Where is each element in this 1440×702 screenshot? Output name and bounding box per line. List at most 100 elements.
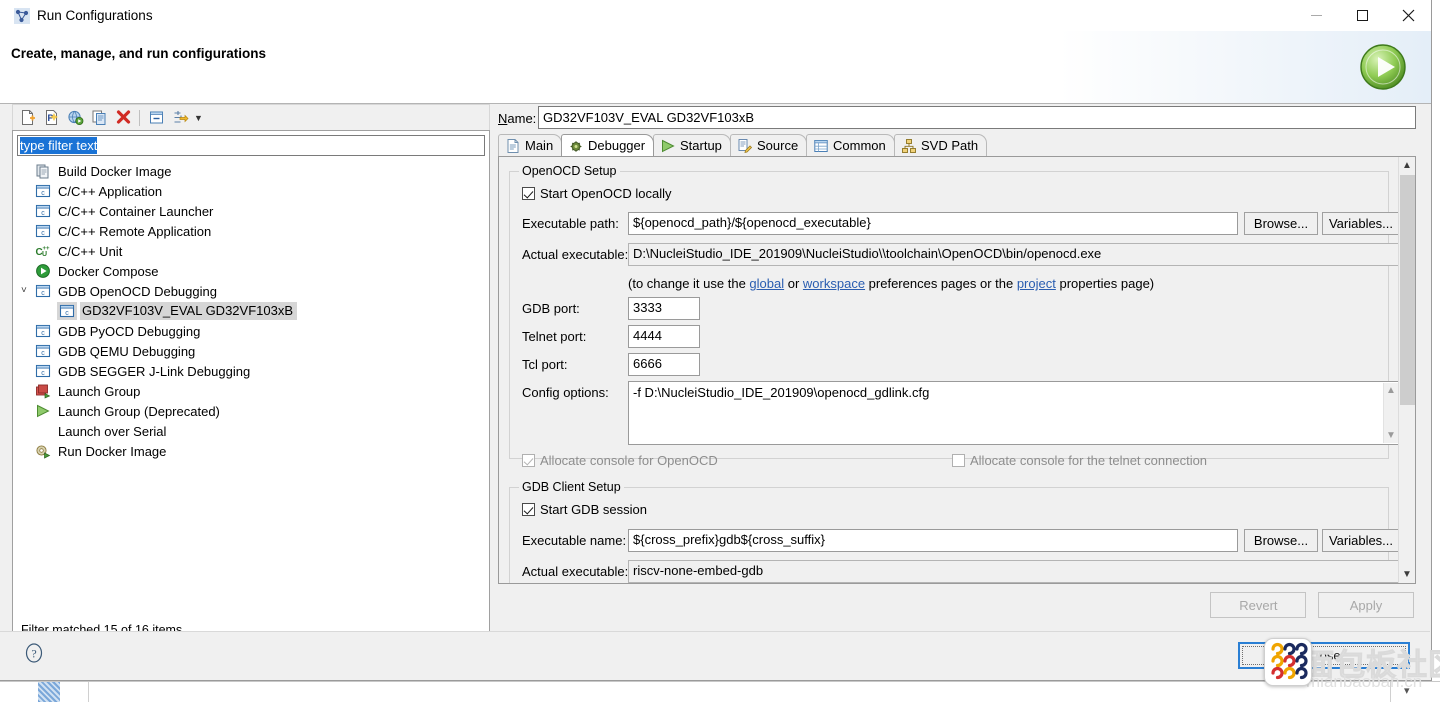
global-preferences-link[interactable]: global (749, 276, 784, 291)
tree-item-11[interactable]: Launch Group (13, 381, 489, 401)
config-options-textarea[interactable]: -f D:\NucleiStudio_IDE_201909\openocd_gd… (628, 381, 1398, 445)
c-app-icon: c (35, 282, 55, 300)
collapse-all-icon[interactable] (144, 107, 168, 129)
configurations-panel: P ▼ type filter text Build Docker Image … (12, 104, 490, 644)
gdb-executable-name-input[interactable]: ${cross_prefix}gdb${cross_suffix} (628, 529, 1238, 552)
tree-item-13[interactable]: Launch over Serial (13, 421, 489, 441)
tree-item-2[interactable]: c C/C++ Container Launcher (13, 201, 489, 221)
scrollbar-thumb[interactable] (1400, 175, 1415, 405)
telnet-port-input[interactable]: 4444 (628, 325, 700, 348)
scroll-up-icon[interactable]: ▲ (1386, 385, 1396, 396)
filter-input[interactable]: type filter text (17, 135, 485, 156)
tab-bar: Main Debugger Startup Source Common SVD Path (498, 134, 1420, 156)
start-gdb-session-label: Start GDB session (540, 502, 647, 517)
hint-suffix: properties page) (1055, 276, 1155, 291)
new-launch-configuration-icon[interactable] (15, 107, 39, 129)
gdb-executable-browse-button[interactable]: Browse... (1244, 529, 1318, 552)
debugger-tab-icon (568, 138, 584, 153)
svg-text:c: c (41, 230, 45, 237)
dialog-header: Create, manage, and run configurations (0, 31, 1431, 104)
docker-build-icon (35, 162, 55, 180)
debugger-scroll-area: OpenOCD Setup Start OpenOCD locally Exec… (499, 157, 1398, 583)
run-play-icon (1357, 41, 1409, 93)
scroll-down-icon[interactable]: ▼ (1386, 430, 1396, 441)
start-gdb-session-checkbox[interactable]: Start GDB session (522, 502, 647, 517)
config-options-scrollbar[interactable]: ▲ ▼ (1383, 383, 1398, 443)
filter-icon[interactable] (168, 107, 192, 129)
svg-text:c: c (41, 210, 45, 217)
tree-item-4[interactable]: C ++ U C/C++ Unit (13, 241, 489, 261)
svg-text:c: c (41, 190, 45, 197)
apply-button[interactable]: Apply (1318, 592, 1414, 618)
tree-item-label: Run Docker Image (58, 443, 167, 459)
debugger-tab-panel: OpenOCD Setup Start OpenOCD locally Exec… (498, 156, 1416, 584)
tcl-port-input[interactable]: 6666 (628, 353, 700, 376)
tree-item-12[interactable]: Launch Group (Deprecated) (13, 401, 489, 421)
close-button[interactable]: Close (1238, 642, 1410, 669)
tree-item-14[interactable]: Run Docker Image (13, 441, 489, 461)
gdb-executable-variables-button[interactable]: Variables... (1322, 529, 1398, 552)
telnet-port-label: Telnet port: (522, 329, 587, 344)
tree-item-7[interactable]: c GD32VF103V_EVAL GD32VF103xB (13, 301, 489, 321)
maximize-button[interactable] (1339, 0, 1385, 30)
chevron-down-icon[interactable]: ˅ (21, 285, 32, 296)
executable-path-input[interactable]: ${openocd_path}/${openocd_executable} (628, 212, 1238, 235)
start-openocd-locally-label: Start OpenOCD locally (540, 186, 672, 201)
start-openocd-locally-checkbox[interactable]: Start OpenOCD locally (522, 186, 672, 201)
debugger-panel-scrollbar[interactable]: ▲ ▼ (1398, 157, 1415, 583)
scroll-up-arrow-icon[interactable]: ▲ (1399, 157, 1415, 174)
export-icon[interactable] (63, 107, 87, 129)
tree-item-9[interactable]: c GDB QEMU Debugging (13, 341, 489, 361)
gdb-port-input[interactable]: 3333 (628, 297, 700, 320)
allocate-console-openocd-checkbox[interactable]: Allocate console for OpenOCD (522, 453, 718, 468)
allocate-console-telnet-checkbox[interactable]: Allocate console for the telnet connecti… (952, 453, 1207, 468)
background-gutter-marker (38, 682, 60, 702)
tab-debugger[interactable]: Debugger (561, 134, 655, 156)
delete-icon[interactable] (111, 107, 135, 129)
chevron-down-icon[interactable]: ▼ (194, 113, 203, 123)
tab-startup[interactable]: Startup (653, 134, 731, 156)
tab-main[interactable]: Main (498, 134, 563, 156)
tab-svd-path[interactable]: SVD Path (894, 134, 988, 156)
revert-button[interactable]: Revert (1210, 592, 1307, 618)
tree-item-0[interactable]: Build Docker Image (13, 161, 489, 181)
project-properties-link[interactable]: project (1017, 276, 1056, 291)
configurations-tree[interactable]: type filter text Build Docker Image c C/C+… (12, 130, 490, 644)
executable-path-browse-button[interactable]: Browse... (1244, 212, 1318, 235)
launch-group-deprecated-icon (35, 402, 55, 420)
openocd-setup-group: OpenOCD Setup Start OpenOCD locally Exec… (509, 164, 1398, 468)
background-chevron-icon: ▾ (1404, 685, 1410, 697)
tab-source[interactable]: Source (730, 134, 808, 156)
help-icon[interactable]: ? (24, 643, 44, 663)
executable-path-variables-button[interactable]: Variables... (1322, 212, 1398, 235)
executable-path-label: Executable path: (522, 216, 619, 231)
tree-item-label: Build Docker Image (58, 163, 172, 179)
scroll-down-arrow-icon[interactable]: ▼ (1399, 566, 1415, 583)
allocate-console-openocd-label: Allocate console for OpenOCD (540, 453, 718, 468)
new-prototype-icon[interactable]: P (39, 107, 63, 129)
tree-item-label: C/C++ Unit (58, 243, 123, 259)
tab-common[interactable]: Common (806, 134, 895, 156)
svg-text:c: c (41, 330, 45, 337)
close-window-button[interactable] (1385, 0, 1431, 30)
source-tab-icon (737, 138, 753, 153)
name-row: Name: GD32VF103V_EVAL GD32VF103xB (494, 104, 1420, 134)
minimize-button[interactable] (1293, 0, 1339, 30)
tree-item-6[interactable]: ˅ c GDB OpenOCD Debugging (13, 281, 489, 301)
tree-item-10[interactable]: c GDB SEGGER J-Link Debugging (13, 361, 489, 381)
tab-label: SVD Path (921, 138, 979, 153)
tree-item-5[interactable]: Docker Compose (13, 261, 489, 281)
window-controls (1293, 0, 1431, 30)
tree-item-8[interactable]: c GDB PyOCD Debugging (13, 321, 489, 341)
tree-item-label: GDB OpenOCD Debugging (58, 283, 217, 299)
svd-path-tab-icon (901, 138, 917, 153)
name-input[interactable]: GD32VF103V_EVAL GD32VF103xB (538, 106, 1416, 129)
tree-item-1[interactable]: c C/C++ Application (13, 181, 489, 201)
run-configurations-icon (14, 8, 30, 24)
duplicate-icon[interactable] (87, 107, 111, 129)
svg-text:U: U (42, 251, 47, 258)
svg-text:c: c (41, 370, 45, 377)
workspace-preferences-link[interactable]: workspace (803, 276, 865, 291)
tree-item-label: GD32VF103V_EVAL GD32VF103xB (80, 302, 298, 320)
tree-item-3[interactable]: c C/C++ Remote Application (13, 221, 489, 241)
